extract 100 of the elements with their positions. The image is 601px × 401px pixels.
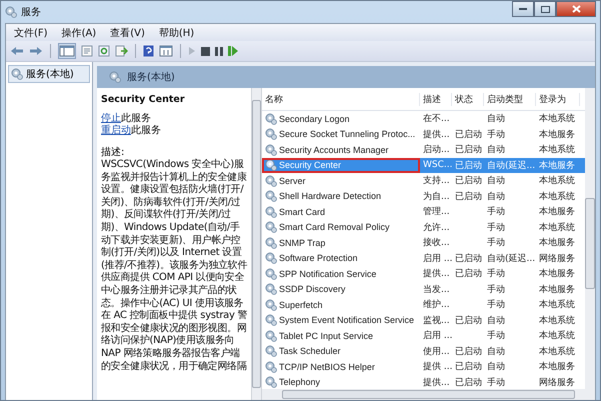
column-header[interactable]: 名称 — [262, 92, 420, 106]
table-cell: 已启动 — [455, 269, 482, 280]
table-cell: 网络服务 — [539, 254, 575, 264]
service-row[interactable]: Secure Socket Tunneling Protoc... 提供... 已启动 手动 本地服务 — [262, 126, 585, 142]
menu-item[interactable]: 操作(A) — [62, 26, 96, 40]
table-cell: 本地系统 — [539, 346, 575, 357]
table-cell: 本地系统 — [539, 145, 575, 156]
gear-icon — [265, 283, 277, 296]
tree-item[interactable]: 服务(本地) — [8, 65, 90, 83]
gear-icon — [265, 345, 277, 358]
close-button[interactable] — [556, 1, 596, 17]
service-row[interactable]: Server 支持... 已启动 自动 本地系统 — [262, 173, 585, 188]
action-link[interactable]: 停止 — [101, 113, 121, 124]
forward-arrow-icon[interactable] — [29, 46, 43, 56]
table-cell: 本地系统 — [539, 300, 575, 310]
menu-item[interactable]: 文件(F) — [14, 26, 48, 40]
gear-icon — [265, 174, 277, 187]
back-arrow-icon[interactable] — [10, 46, 24, 56]
table-cell: 启用 ... — [423, 254, 452, 264]
table-cell: Shell Hardware Detection — [279, 191, 382, 202]
service-row[interactable]: Secondary Logon 在不... 自动 本地系统 — [262, 111, 585, 126]
play-icon[interactable] — [188, 46, 196, 56]
table-cell: 自动 — [487, 145, 505, 156]
table-cell: 手动 — [487, 207, 505, 218]
service-row[interactable]: Smart Card 管理... 手动 本地服务 — [262, 204, 585, 220]
table-cell: 管理... — [423, 207, 450, 218]
table-cell: 支持... — [423, 176, 450, 186]
gear-icon — [265, 268, 277, 280]
service-row[interactable]: Telephony 提供... 已启动 手动 网络服务 — [262, 374, 585, 389]
column-header[interactable]: 启动类型 — [484, 92, 536, 106]
scrollbar[interactable] — [585, 88, 595, 389]
menu-item[interactable]: 帮助(H) — [158, 26, 194, 40]
minimize-button[interactable] — [512, 1, 534, 17]
table-cell: SSDP Discovery — [279, 284, 346, 294]
table-cell: 提供... — [423, 269, 450, 280]
service-row[interactable]: Security Accounts Manager 启动... 已启动 自动 本地系统 — [262, 142, 585, 158]
table-cell: SNMP Trap — [279, 238, 326, 248]
service-title: Security Center — [101, 94, 186, 105]
table-cell: 手动 — [487, 238, 505, 248]
gear-icon — [265, 360, 277, 373]
pause-icon[interactable] — [215, 46, 223, 56]
service-row[interactable]: SNMP Trap 接收... 手动 本地服务 — [262, 235, 585, 250]
table-cell: 自动 — [487, 114, 505, 124]
table-cell: 手动 — [487, 130, 505, 140]
service-row[interactable]: TCP/IP NetBIOS Helper 提供 ... 已启动 自动 本地服务 — [262, 359, 585, 374]
table-cell: 自动 — [487, 346, 505, 357]
table-cell: Secure Socket Tunneling Protoc... — [279, 129, 416, 140]
scrollbar[interactable] — [262, 389, 595, 400]
service-row[interactable]: SPP Notification Service 提供... 已启动 手动 本地服务 — [262, 266, 585, 282]
action-link[interactable]: 重启动 — [101, 125, 131, 136]
table-cell: Smart Card Removal Policy — [279, 222, 390, 232]
table-cell: 手动 — [487, 269, 505, 280]
table-cell: 启动... — [423, 145, 450, 156]
table-cell: 已启动 — [455, 378, 482, 388]
view-icon[interactable] — [159, 45, 173, 57]
table-cell: 已启动 — [455, 192, 482, 202]
table-cell: 使用... — [423, 346, 450, 357]
table-cell: 手动 — [487, 378, 505, 388]
action-line: 重启动此服务 — [101, 125, 162, 137]
table-cell: 已启动 — [455, 145, 482, 156]
service-row[interactable]: Task Scheduler 使用... 已启动 自动 本地系统 — [262, 344, 585, 359]
table-cell: 自动 — [487, 192, 505, 202]
table-cell: 自动(延迟... — [487, 160, 536, 171]
properties-icon[interactable] — [81, 45, 93, 57]
table-cell: Security Accounts Manager — [279, 144, 389, 155]
action-line: 停止此服务 — [101, 113, 152, 124]
service-row[interactable]: Software Protection 启用 ... 已启动 自动(延迟... 网络服务 — [262, 250, 585, 266]
maximize-button[interactable] — [534, 1, 556, 17]
table-cell: 本地服务 — [539, 130, 575, 140]
service-row[interactable]: Smart Card Removal Policy 允许... 手动 本地系统 — [262, 220, 585, 235]
column-header[interactable]: 登录为 — [536, 92, 580, 106]
gear-icon — [11, 68, 23, 80]
service-row[interactable]: System Event Notification Service 监视... 已启动 自动 本地系统 — [262, 312, 585, 328]
table-cell: 提供 ... — [423, 362, 452, 372]
table-cell: 手动 — [487, 331, 505, 342]
scrollbar[interactable] — [251, 88, 261, 400]
service-row[interactable]: SSDP Discovery 当发... 手动 本地服务 — [262, 282, 585, 297]
description-text: WSCSVC(Windows 安全中心)服务监视并报告计算机上的安全健康设置。健康设置包括防火墙(打开/关闭)、防病毒软件(打开/关闭/过期)、反间谍软件(打开/关闭/过期)、Windows Update(自动/手动下载并安装更新)、用户帐户控制(打开/关闭)以及 Internet 设置(推荐/不推荐)。该服务为独立软件供应商提供 COM API 以便向安全中心服务注册并记录其产品的状态。操作中心(AC) UI 使用该服务在 AC 控制面板中提供 systray 警报和安全健康状况的图形视图。网络访问保护(NAP)使用该服务向 NAP 网络策略服务器报告客户端的安全健康状况，用于确定网络隔 — [101, 159, 248, 374]
export-list-icon[interactable] — [115, 45, 128, 57]
table-cell: Software Protection — [279, 253, 358, 264]
table-cell: 提供... — [423, 378, 450, 388]
column-header[interactable]: 状态 — [452, 92, 484, 106]
table-cell: 手动 — [487, 300, 505, 310]
refresh-icon[interactable] — [98, 45, 110, 57]
table-cell: 在不... — [423, 114, 450, 124]
table-cell: 自动 — [487, 362, 505, 372]
gear-icon — [265, 314, 277, 326]
help-icon[interactable] — [143, 45, 154, 57]
panel-title: 服务(本地) — [127, 70, 175, 84]
service-row[interactable]: Superfetch 维护... 手动 本地系统 — [262, 297, 585, 312]
resume-icon[interactable] — [228, 46, 238, 56]
gear-icon — [265, 298, 277, 311]
console-tree-icon[interactable] — [58, 43, 76, 59]
stop-icon[interactable] — [201, 46, 210, 56]
table-cell: 允许... — [423, 222, 450, 233]
menu-item[interactable]: 查看(V) — [110, 26, 145, 40]
column-header[interactable]: 描述 — [420, 92, 452, 106]
service-row[interactable]: Shell Hardware Detection 为自... 已启动 自动 本地系统 — [262, 188, 585, 204]
service-row[interactable]: Tablet PC Input Service 启用 ... 手动 本地系统 — [262, 328, 585, 344]
table-cell: 自动 — [487, 176, 505, 186]
